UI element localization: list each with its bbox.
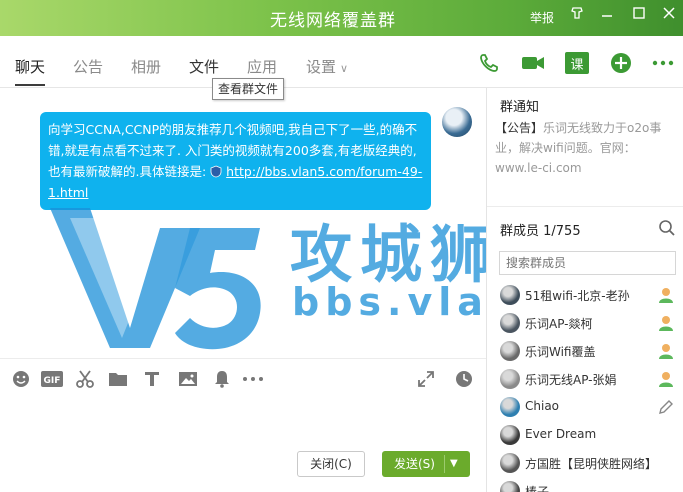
expand-icon[interactable] [415,369,437,389]
member-row[interactable]: 方国胜【昆明侠胜网络】 [487,449,683,477]
notice-title: 群通知 [500,100,540,115]
phone-icon[interactable] [476,50,502,76]
report-link[interactable]: 举报 [530,9,554,26]
member-name: 乐词无线AP-张娟 [525,373,617,387]
admin-icon [657,342,675,360]
members-title: 群成员 1/755 [500,224,581,239]
member-name: 棒子 [525,485,550,492]
watermark-url: bbs.vlan5.com [292,280,486,324]
message-input[interactable] [0,398,486,492]
member-row[interactable]: Ever Dream [487,421,683,449]
tab-chat[interactable]: 聊天 [15,56,46,86]
tab-announcement[interactable]: 公告 [73,56,103,77]
admin-icon [657,370,675,388]
member-avatar[interactable] [500,481,520,492]
more-icon[interactable] [242,369,264,389]
member-avatar[interactable] [500,313,520,333]
member-row[interactable]: 乐词AP-燚柯 [487,309,683,337]
member-avatar[interactable] [500,425,520,445]
notice-tag: 【公告】 [495,121,544,135]
notice-body[interactable]: 【公告】乐词无线致力于o2o事业，解决wifi问题。官网：www.le-ci.c… [495,118,675,178]
image-icon[interactable] [177,369,199,389]
files-tooltip: 查看群文件 [212,78,285,100]
member-row[interactable]: 棒子 [487,477,683,492]
chat-area[interactable]: 向学习CCNA,CCNP的朋友推荐几个视频吧,我自己下了一些,的确不错,就是有点… [0,88,486,358]
member-name: Ever Dream [525,427,597,441]
scissors-icon[interactable] [74,369,96,389]
member-row[interactable]: Chiao [487,393,683,421]
send-button-label: 发送(S) [394,457,435,471]
close-icon[interactable] [659,6,679,26]
bell-icon[interactable] [211,369,233,389]
admin-icon [657,286,675,304]
member-name: 51租wifi-北京-老孙 [525,289,630,303]
member-name: 乐词AP-燚柯 [525,317,593,331]
gif-icon[interactable]: GIF [41,369,63,389]
send-options-icon[interactable]: ▼ [450,451,458,477]
member-avatar[interactable] [500,285,520,305]
tab-files[interactable]: 文件 [189,56,219,77]
tab-bar: 聊天 公告 相册 文件 应用 设置 ∨ 课 [0,36,683,88]
window-title: 无线网络覆盖群 [270,11,396,31]
member-avatar[interactable] [500,453,520,473]
sender-avatar[interactable] [442,107,472,137]
message-bubble[interactable]: 向学习CCNA,CCNP的朋友推荐几个视频吧,我自己下了一些,的确不错,就是有点… [40,112,431,210]
watermark: 攻城狮论坛 bbs.vlan5.com [50,188,486,358]
member-row[interactable]: 乐词Wifi覆盖 [487,337,683,365]
watermark-logo [50,208,261,350]
member-list: 51租wifi-北京-老孙 乐词AP-燚柯 乐词Wifi覆盖乐词无线AP-张娟 Chi… [487,281,683,492]
tab-settings-label: 设置 [306,58,337,76]
member-avatar[interactable] [500,341,520,361]
input-toolbar: GIF [0,358,486,398]
svg-text:GIF: GIF [44,376,61,386]
skin-icon[interactable] [567,6,587,26]
folder-icon[interactable] [107,369,129,389]
maximize-icon[interactable] [629,6,649,26]
watermark-title: 攻城狮论坛 [290,218,486,291]
send-divider [444,455,445,473]
search-icon[interactable] [658,219,676,237]
video-icon[interactable] [520,50,546,76]
member-name: Chiao [525,399,560,413]
tab-apps[interactable]: 应用 [247,56,277,77]
minimize-icon[interactable] [597,6,617,26]
close-button[interactable]: 关闭(C) [297,451,365,477]
right-panel: 群通知 【公告】乐词无线致力于o2o事业，解决wifi问题。官网：www.le-… [486,88,683,492]
title-bar: 无线网络覆盖群 举报 [0,0,683,36]
send-button[interactable]: 发送(S) ▼ [382,451,470,477]
tab-settings[interactable]: 设置 ∨ [306,56,348,77]
tab-album[interactable]: 相册 [131,56,161,77]
rich-text-icon[interactable] [141,369,163,389]
member-avatar[interactable] [500,369,520,389]
chevron-down-icon: ∨ [340,62,349,75]
plus-icon[interactable] [608,50,634,76]
member-row[interactable]: 51租wifi-北京-老孙 [487,281,683,309]
emoji-icon[interactable] [10,369,32,389]
edit-icon[interactable] [657,398,675,416]
more-icon[interactable] [650,50,676,76]
course-button[interactable]: 课 [565,52,589,74]
admin-icon [657,314,675,332]
panel-divider [487,206,683,207]
member-avatar[interactable] [500,397,520,417]
clock-icon[interactable] [453,369,475,389]
member-name: 乐词Wifi覆盖 [525,345,596,359]
link-shield-icon [210,163,222,178]
member-name: 方国胜【昆明侠胜网络】 [525,457,658,471]
member-search-input[interactable] [499,251,676,275]
member-row[interactable]: 乐词无线AP-张娟 [487,365,683,393]
